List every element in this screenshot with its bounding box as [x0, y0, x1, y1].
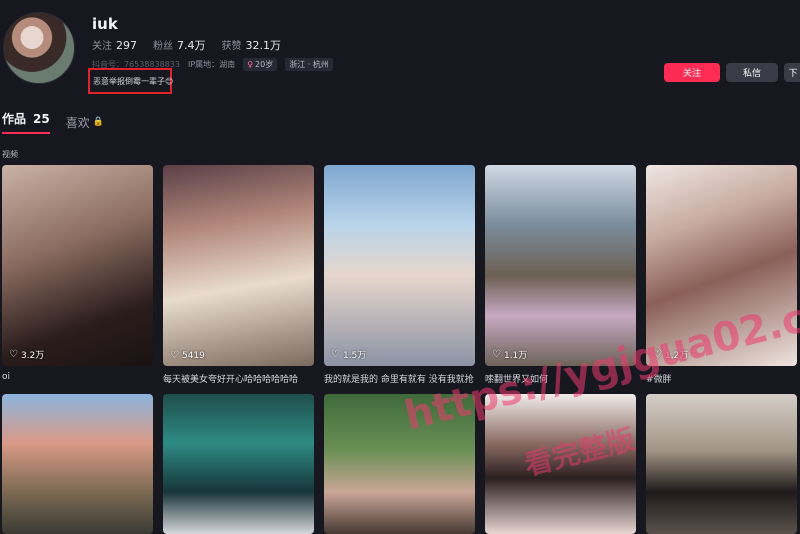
stat-followers[interactable]: 粉丝 7.4万	[153, 37, 206, 53]
avatar[interactable]	[3, 12, 75, 84]
video-card[interactable]	[163, 394, 314, 534]
heart-icon: ♡	[331, 349, 340, 360]
video-thumbnail[interactable]	[2, 394, 153, 534]
heart-icon: ♡	[170, 350, 179, 361]
tab-works[interactable]: 作品 25	[2, 110, 50, 134]
video-thumbnail[interactable]	[485, 394, 636, 534]
video-caption[interactable]: oi	[2, 372, 153, 386]
like-count: ♡ 1.5万	[331, 348, 366, 361]
profile-tabs: 作品 25 喜欢 🔒	[2, 110, 104, 134]
bio-text: 恶意举报倒霉一辈子😊	[93, 77, 174, 86]
stat-label: 关注	[92, 41, 112, 52]
lock-icon: 🔒	[92, 117, 104, 127]
video-caption[interactable]: 嗦翻世界又如何	[485, 372, 636, 386]
video-card[interactable]	[2, 394, 153, 534]
follow-button[interactable]: 关注	[664, 63, 720, 82]
video-thumbnail[interactable]: ♡ 3.2万	[2, 165, 153, 366]
video-caption[interactable]: #微胖	[646, 372, 797, 386]
like-count-value: 5419	[181, 350, 205, 361]
stat-following[interactable]: 关注 297	[92, 37, 137, 53]
bio: 恶意举报倒霉一辈子😊	[88, 68, 174, 94]
stat-likes: 获赞 32.1万	[222, 37, 282, 53]
video-thumbnail[interactable]	[324, 394, 475, 534]
video-caption[interactable]: 我的就是我的 命里有就有 没有我就抢	[324, 372, 475, 386]
heart-icon: ♡	[9, 349, 18, 360]
ip-location: IP属地：湖南	[188, 60, 236, 69]
stat-label: 粉丝	[153, 41, 173, 52]
video-caption[interactable]: 每天被美女夸好开心哈哈哈哈哈哈	[163, 372, 314, 386]
video-thumbnail[interactable]: ♡ 1.1万	[485, 165, 636, 366]
tab-label: 作品	[2, 112, 27, 126]
video-card[interactable]	[646, 394, 797, 534]
video-grid: ♡ 3.2万 oi ♡ 5419 每天被美女夸好开心哈哈哈哈哈哈 ♡ 1.5万 我的就…	[2, 165, 798, 534]
region-tag: 浙江 · 杭州	[285, 58, 333, 71]
like-count: ♡ 3.2万	[9, 348, 44, 361]
video-thumbnail[interactable]: ♡ 5419	[163, 165, 314, 366]
username: iuk	[92, 15, 118, 33]
like-count: ♡ 5419	[170, 350, 205, 361]
tab-count: 25	[33, 111, 50, 126]
profile-header: iuk 关注 297 粉丝 7.4万 获赞 32.1万 抖音号：76538838833…	[0, 0, 800, 100]
age-tag: ♀ 20岁	[243, 58, 278, 71]
video-card[interactable]: ♡ 1.2万 #微胖	[646, 165, 797, 386]
stat-value: 297	[116, 39, 137, 52]
like-count-value: 1.2万	[664, 351, 689, 361]
message-button[interactable]: 私信	[726, 63, 778, 82]
video-thumbnail[interactable]	[163, 394, 314, 534]
profile-stats: 关注 297 粉丝 7.4万 获赞 32.1万	[92, 37, 281, 53]
like-count-value: 1.5万	[342, 351, 367, 361]
stat-label: 获赞	[221, 41, 242, 52]
stat-value: 7.4万	[177, 39, 206, 52]
video-thumbnail[interactable]: ♡ 1.2万	[646, 165, 797, 366]
video-card[interactable]	[324, 394, 475, 534]
heart-icon: ♡	[492, 349, 501, 360]
video-thumbnail[interactable]: ♡ 1.5万	[324, 165, 475, 366]
video-card[interactable]	[485, 394, 636, 534]
like-count-value: 3.2万	[20, 351, 45, 361]
like-count: ♡ 1.1万	[492, 348, 527, 361]
video-card[interactable]: ♡ 1.1万 嗦翻世界又如何	[485, 165, 636, 386]
video-card[interactable]: ♡ 3.2万 oi	[2, 165, 153, 386]
video-thumbnail[interactable]	[646, 394, 797, 534]
like-count: ♡ 1.2万	[653, 348, 688, 361]
tab-likes[interactable]: 喜欢 🔒	[66, 110, 104, 134]
more-button[interactable]: 下	[784, 63, 800, 82]
video-card[interactable]: ♡ 5419 每天被美女夸好开心哈哈哈哈哈哈	[163, 165, 314, 386]
tab-label: 喜欢	[65, 115, 90, 130]
video-card[interactable]: ♡ 1.5万 我的就是我的 命里有就有 没有我就抢	[324, 165, 475, 386]
female-icon: ♀	[247, 60, 254, 69]
heart-icon: ♡	[653, 349, 662, 360]
profile-actions: 关注 私信 下	[664, 63, 800, 82]
stat-value: 32.1万	[245, 39, 282, 52]
age-tag-label: 20岁	[255, 60, 274, 69]
like-count-value: 1.1万	[503, 351, 528, 361]
section-label: 视频	[2, 150, 18, 159]
